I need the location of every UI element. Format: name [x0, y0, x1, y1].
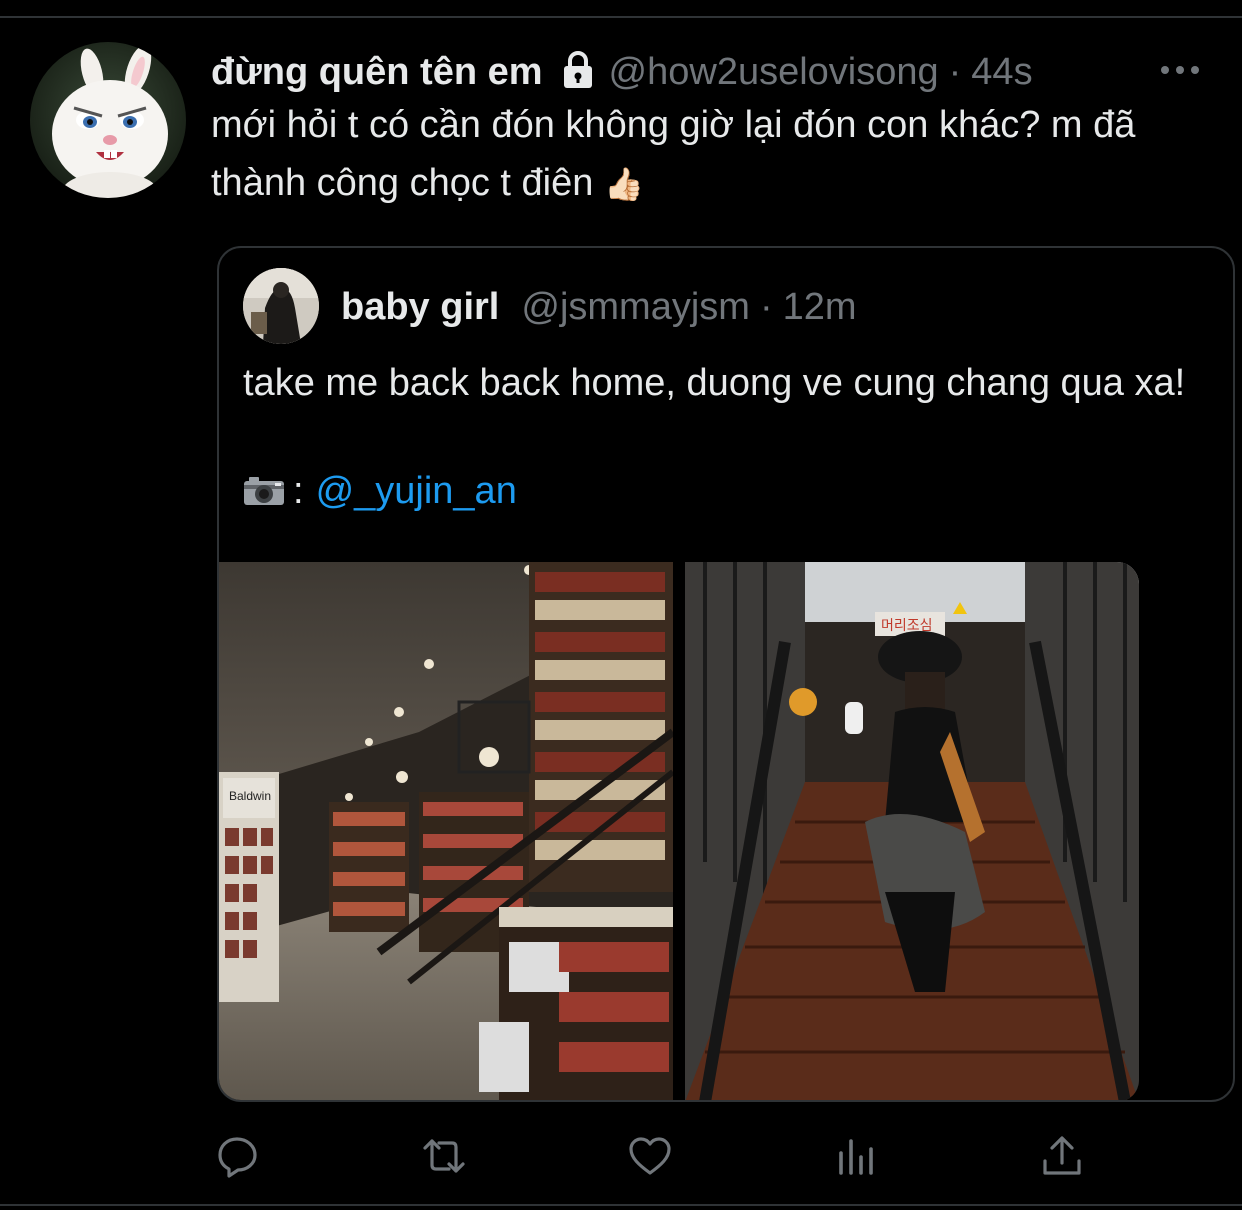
reply-icon: [218, 1137, 257, 1178]
svg-text:Baldwin: Baldwin: [229, 789, 271, 803]
more-dots-icon[interactable]: [1158, 58, 1202, 82]
tweet-body: mới hỏi t có cần đón không giờ lại đón c…: [211, 96, 1221, 213]
bookstore-image: Baldwin: [219, 562, 673, 1100]
share-button[interactable]: [1032, 1126, 1092, 1186]
quoted-tweet-card[interactable]: baby girl @jsmmayjsm · 12m take me back …: [217, 246, 1235, 1102]
analytics-button[interactable]: [826, 1126, 886, 1186]
quoted-tweet-text: take me back back home, duong ve cung ch…: [243, 362, 1186, 404]
quoted-author-avatar[interactable]: [243, 268, 319, 344]
header-separator: ·: [948, 50, 962, 93]
lock-icon: [563, 51, 592, 88]
thumbs-up-emoji: 👍🏻: [603, 166, 644, 202]
staircase-photo[interactable]: 머리조심: [685, 562, 1139, 1100]
camera-icon: [244, 477, 284, 505]
reply-button[interactable]: [208, 1126, 268, 1186]
tweet-timestamp[interactable]: 44s: [971, 51, 1032, 94]
quoted-display-name[interactable]: baby girl: [341, 286, 499, 329]
analytics-icon: [839, 1139, 873, 1175]
credit-colon: :: [293, 470, 304, 512]
top-divider: [0, 16, 1242, 18]
quoted-handle[interactable]: @jsmmayjsm: [521, 286, 750, 329]
staircase-image: 머리조심: [685, 562, 1139, 1100]
quoted-tweet-header: baby girl @jsmmayjsm · 12m: [341, 286, 857, 329]
share-icon: [1043, 1136, 1081, 1175]
quoted-timestamp[interactable]: 12m: [783, 286, 857, 329]
bookstore-photo[interactable]: Baldwin: [219, 562, 673, 1100]
bottom-divider: [0, 1204, 1242, 1206]
author-avatar[interactable]: [30, 42, 186, 198]
tweet-header: đừng quên tên em @how2uselovisong · 44s: [211, 48, 1033, 96]
author-display-name[interactable]: đừng quên tên em: [211, 51, 543, 94]
like-button[interactable]: [620, 1126, 680, 1186]
retweet-button[interactable]: [414, 1126, 474, 1186]
author-handle[interactable]: @how2uselovisong: [609, 51, 939, 94]
tweet-action-bar: [0, 1126, 1242, 1186]
rabbit-avatar-icon: [52, 45, 168, 198]
credit-mention-link[interactable]: @_yujin_an: [316, 466, 517, 516]
like-icon: [629, 1137, 671, 1175]
tweet-text: mới hỏi t có cần đón không giờ lại đón c…: [211, 104, 1136, 204]
quoted-avatar-photo: [243, 268, 319, 344]
retweet-icon: [423, 1139, 465, 1173]
photo-credit: : @_yujin_an: [243, 466, 517, 516]
quoted-separator: ·: [759, 286, 773, 328]
